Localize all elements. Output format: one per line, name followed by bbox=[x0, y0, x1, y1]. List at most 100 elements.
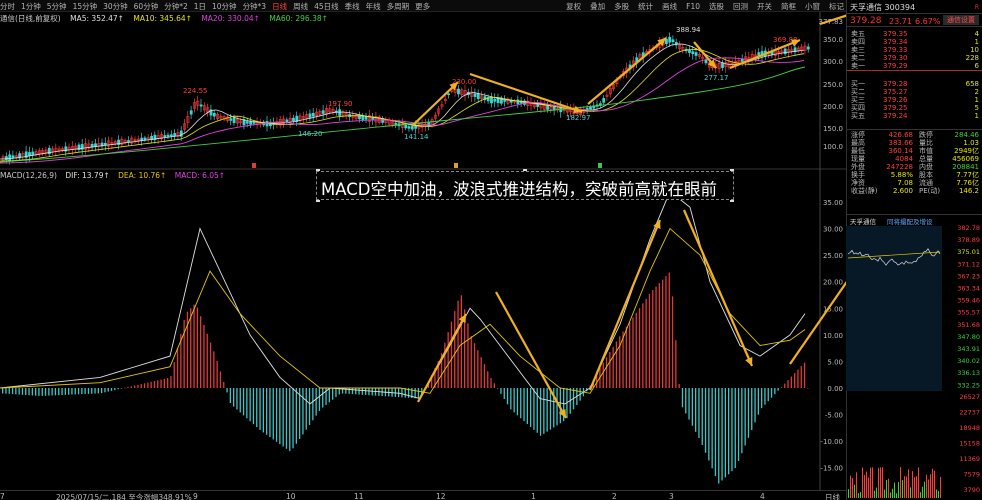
orderbook-row[interactable]: 卖一 379.29 6 bbox=[847, 62, 982, 70]
period-tab[interactable]: 10分钟 bbox=[212, 1, 237, 12]
period-tab[interactable]: 分钟*2 bbox=[164, 1, 188, 12]
macd-bar bbox=[77, 388, 80, 395]
period-tab[interactable]: 多周期 bbox=[387, 1, 410, 12]
period-tab[interactable]: 周线 bbox=[293, 1, 308, 12]
period-tab[interactable]: 1分钟 bbox=[21, 1, 41, 12]
settings-button[interactable]: 通信设置 bbox=[943, 15, 979, 25]
orderbook-row[interactable]: 买四 379.25 5 bbox=[847, 104, 982, 112]
macd-bar bbox=[167, 378, 169, 388]
period-tab[interactable]: 年线 bbox=[366, 1, 381, 12]
macd-bar bbox=[467, 323, 469, 388]
macd-bar bbox=[470, 336, 472, 388]
stat-k2: 流通 bbox=[919, 179, 933, 187]
stat-v2: 1.03 bbox=[963, 139, 979, 147]
stat-k1: 现量 bbox=[851, 155, 865, 163]
macd-bar bbox=[41, 388, 43, 396]
mini-volume-bar bbox=[902, 480, 903, 498]
mini-volume-bar bbox=[890, 492, 891, 498]
tool-button[interactable]: F10 bbox=[686, 2, 700, 11]
mini-axis-label: 15158 bbox=[959, 440, 980, 448]
tool-button[interactable]: 回测 bbox=[733, 1, 748, 12]
price-pct: 6.67% bbox=[915, 17, 941, 26]
period-tab[interactable]: 15分钟 bbox=[73, 1, 98, 12]
tool-button[interactable]: 画线 bbox=[662, 1, 677, 12]
orderbook-vol: 1 bbox=[974, 38, 979, 46]
period-tab[interactable]: 日线 bbox=[272, 1, 287, 12]
candle-body bbox=[252, 121, 256, 124]
mini-volume-bar bbox=[872, 467, 873, 498]
period-tab[interactable]: 45日线 bbox=[314, 1, 339, 12]
macd-bar bbox=[371, 388, 373, 396]
candle-body bbox=[371, 118, 375, 120]
orderbook-row[interactable]: 卖二 379.30 228 bbox=[847, 54, 982, 62]
mini-volume-bar bbox=[884, 489, 885, 498]
orderbook-row[interactable]: 买一 379.28 658 bbox=[847, 80, 982, 88]
period-tab[interactable]: 5分钟 bbox=[47, 1, 67, 12]
mini-volume-bar bbox=[918, 467, 919, 498]
macd-axis-label: 5.00 bbox=[827, 358, 843, 366]
tool-button[interactable]: 复权 bbox=[566, 1, 581, 12]
buy-orderbook: 买一 379.28 658 买二 375.27 2 买三 379.26 1 买四 379.25 5 买五… bbox=[847, 80, 982, 120]
stat-k1: 净资 bbox=[851, 179, 865, 187]
tool-button[interactable]: 叠加 bbox=[590, 1, 605, 12]
macd-bar bbox=[688, 388, 690, 420]
period-tab[interactable]: 分钟*3 bbox=[243, 1, 267, 12]
orderbook-row[interactable]: 卖五 379.35 4 bbox=[847, 30, 982, 38]
stat-k2: 内盘 bbox=[919, 163, 933, 171]
tool-button[interactable]: 开关 bbox=[757, 1, 772, 12]
macd-bar bbox=[269, 388, 271, 438]
dea-value: DEA: 10.76↑ bbox=[118, 171, 167, 180]
period-tab[interactable]: 分时 bbox=[0, 1, 15, 12]
period-tab[interactable]: 更多 bbox=[415, 1, 430, 12]
tool-button[interactable]: 多股 bbox=[614, 1, 629, 12]
macd-bar bbox=[266, 388, 268, 435]
candle-body bbox=[11, 155, 15, 159]
macd-bar bbox=[638, 308, 641, 388]
tool-button[interactable]: 简框 bbox=[781, 1, 796, 12]
price-axis-label: 100.0 bbox=[823, 143, 843, 151]
stock-badge: R bbox=[974, 4, 979, 11]
orderbook-row[interactable]: 买二 375.27 2 bbox=[847, 88, 982, 96]
macd-bar bbox=[757, 388, 759, 415]
tool-button[interactable]: 统计 bbox=[638, 1, 653, 12]
macd-bar bbox=[741, 388, 743, 454]
tool-button[interactable]: 标记 bbox=[829, 1, 844, 12]
macd-bar bbox=[130, 386, 132, 388]
mini-volume-bar bbox=[936, 489, 937, 498]
macd-bar bbox=[794, 373, 796, 388]
period-tab[interactable]: 30分钟 bbox=[103, 1, 128, 12]
macd-bar bbox=[774, 388, 776, 395]
orderbook-vol: 228 bbox=[965, 54, 979, 62]
orderbook-row[interactable]: 买五 379.24 1 bbox=[847, 112, 982, 120]
candle-body bbox=[127, 140, 130, 142]
mini-chart-header: 天孚通信 同将撮配及增设 bbox=[847, 214, 982, 226]
stat-v2: 456069 bbox=[952, 155, 979, 163]
tool-button[interactable]: 选股 bbox=[709, 1, 724, 12]
mini-volume-bar bbox=[932, 468, 933, 498]
period-tab[interactable]: 60分钟 bbox=[134, 1, 159, 12]
orderbook-row[interactable]: 卖三 379.33 10 bbox=[847, 46, 982, 54]
period-tab[interactable]: 1日 bbox=[194, 1, 206, 12]
macd-bar bbox=[714, 388, 717, 477]
stat-row: 收益(静) 2.600 PE(动) 146.2 bbox=[847, 187, 982, 195]
orderbook-row[interactable]: 买三 379.26 1 bbox=[847, 96, 982, 104]
mini-axis-label: 332.25 bbox=[957, 381, 980, 389]
orderbook-row[interactable]: 卖四 379.34 1 bbox=[847, 38, 982, 46]
stat-row: 涨停 426.68 跌停 284.46 bbox=[847, 131, 982, 139]
mini-volume-bar bbox=[876, 487, 877, 498]
annotation-banner[interactable]: MACD空中加油，波浪式推进结构，突破前高就在眼前 bbox=[316, 171, 734, 200]
macd-bar bbox=[355, 388, 357, 395]
tool-button[interactable]: 小窗 bbox=[805, 1, 820, 12]
annotation-arrow bbox=[469, 72, 583, 114]
intraday-mini-chart[interactable]: 382.78 378.89 375.01 371.12 367.23 363.34 359.… bbox=[846, 224, 982, 500]
candle-body bbox=[285, 119, 289, 123]
sell-orderbook: 卖五 379.35 4 卖四 379.34 1 卖三 379.33 10 卖二 379.30 228 卖… bbox=[847, 30, 982, 71]
stat-k1: 最低 bbox=[851, 147, 865, 155]
kline-chart[interactable]: 377.83 350.0 300.0 250.0 200.0 150.0 100.0 224… bbox=[0, 12, 846, 490]
macd-bar bbox=[546, 388, 548, 432]
macd-bar bbox=[160, 379, 162, 388]
stat-v1: 5.88% bbox=[890, 171, 913, 179]
period-tab[interactable]: 季线 bbox=[345, 1, 360, 12]
macd-bar bbox=[645, 298, 647, 388]
macd-bar bbox=[414, 388, 416, 399]
